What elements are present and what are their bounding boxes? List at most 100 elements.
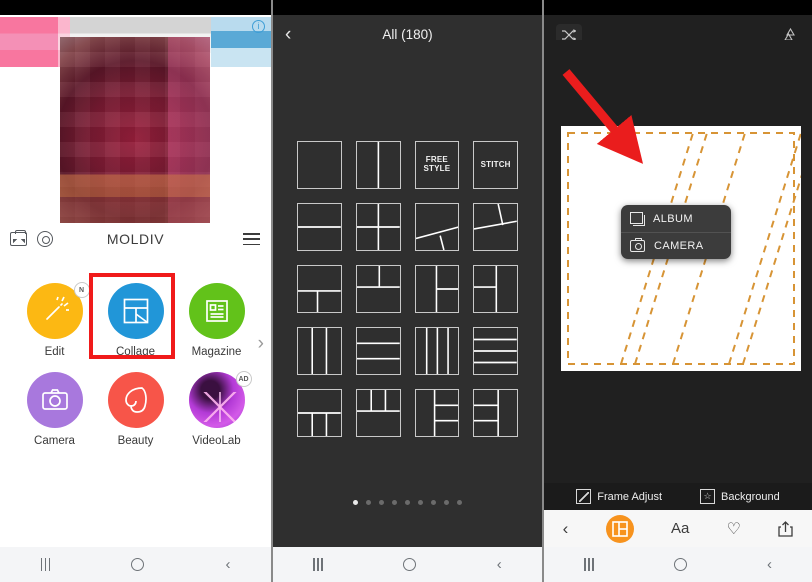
magazine-glyph	[205, 300, 228, 322]
layout-tile-leftbig-right3[interactable]	[414, 389, 460, 437]
page-dot-4[interactable]	[392, 500, 397, 505]
layout-tile-top-bottom3[interactable]	[297, 389, 342, 437]
app-row-1: N Edit Collage Magazine	[0, 273, 271, 359]
page-dot-7[interactable]	[431, 500, 436, 505]
page-indicator	[273, 500, 542, 505]
app-label-magazine: Magazine	[191, 346, 242, 358]
layout-tile-v4[interactable]	[414, 327, 460, 375]
editor-layout-button[interactable]	[605, 514, 634, 543]
share-icon	[778, 520, 793, 537]
layout-tile-left-right2[interactable]	[414, 265, 460, 313]
home-icon[interactable]	[673, 558, 687, 571]
home-icon[interactable]	[403, 558, 417, 571]
app-tile-edit[interactable]: N Edit	[19, 282, 91, 358]
back-button[interactable]: ‹	[285, 25, 291, 44]
panel-moldiv-home: i MOLDIV N Edit Collage Magazine Camera …	[0, 0, 271, 582]
editor-text-button[interactable]: Aa	[671, 520, 689, 537]
camera-glyph	[41, 389, 68, 410]
screenshot-root: i MOLDIV N Edit Collage Magazine Camera …	[0, 0, 812, 582]
layout-tile-grid4[interactable]	[355, 203, 401, 251]
tool-background[interactable]: ☆ Background	[700, 489, 780, 504]
back-icon[interactable]: ‹	[767, 557, 772, 572]
app-tile-videolab[interactable]: AD VideoLab	[181, 371, 253, 447]
layout-grid: FREE STYLE STITCH	[273, 53, 542, 437]
hero-photo-pixelated	[60, 37, 210, 223]
layout-tile-h4[interactable]	[473, 327, 518, 375]
layout-tile-top3-bottom[interactable]	[355, 389, 401, 437]
collage-icon	[107, 283, 164, 339]
layout-tile-top-bottom2[interactable]	[297, 265, 342, 313]
page-dot-5[interactable]	[405, 500, 410, 505]
source-picker-popup: ALBUM CAMERA	[621, 205, 731, 259]
page-dot-1[interactable]	[353, 500, 358, 505]
face-profile-glyph	[124, 387, 147, 413]
hamburger-icon[interactable]	[243, 233, 260, 245]
tool-frame-adjust[interactable]: Frame Adjust	[576, 489, 662, 504]
layout-tile-left3-rightbig[interactable]	[473, 389, 518, 437]
app-label-edit: Edit	[44, 346, 65, 358]
panel-collage-editor: ALBUM CAMERA Frame Adjust ☆ Background ‹	[542, 0, 812, 582]
layout-row	[297, 265, 518, 313]
popup-item-camera[interactable]: CAMERA	[621, 232, 731, 259]
tool-label: Frame Adjust	[597, 490, 663, 503]
app-tile-magazine[interactable]: Magazine	[181, 283, 253, 358]
layout-tile-label: STITCH	[480, 159, 511, 169]
app-label-videolab: VideoLab	[192, 435, 241, 447]
panel-layout-picker: ‹ All (180) FREE STYLE STITCH ‹	[271, 0, 542, 582]
info-icon[interactable]: i	[252, 20, 265, 33]
layout-tile-h3[interactable]	[355, 327, 401, 375]
home-icon[interactable]	[131, 558, 145, 571]
app-row-2: Camera Beauty AD VideoLab	[0, 371, 271, 447]
recents-icon[interactable]	[40, 558, 51, 571]
app-launcher-grid: N Edit Collage Magazine Camera Beauty AD…	[0, 255, 271, 447]
app-bar-left-icons	[10, 230, 53, 247]
frame-adjust-icon	[576, 489, 592, 504]
editor-sticker-button[interactable]: ♡	[727, 519, 741, 539]
layout-row: FREE STYLE STITCH	[297, 141, 518, 189]
editor-back-button[interactable]: ‹	[563, 519, 569, 539]
collage-glyph	[123, 298, 148, 324]
page-dot-8[interactable]	[444, 500, 449, 505]
app-tile-collage[interactable]: Collage	[88, 273, 175, 359]
recents-icon[interactable]	[313, 558, 323, 571]
layout-picker-header: ‹ All (180)	[273, 15, 542, 53]
layout-tile-diagonal-b[interactable]	[473, 203, 518, 251]
popup-item-album[interactable]: ALBUM	[621, 205, 731, 232]
face-icon	[107, 372, 164, 428]
layout-row	[297, 389, 518, 437]
editor-share-button[interactable]	[778, 520, 793, 537]
page-dot-3[interactable]	[379, 500, 384, 505]
camera-icon	[630, 237, 645, 252]
page-dot-2[interactable]	[366, 500, 371, 505]
recents-icon[interactable]	[584, 558, 594, 571]
page-dot-9[interactable]	[457, 500, 462, 505]
layout-tile-stitch[interactable]: STITCH	[473, 141, 518, 189]
app-tile-camera[interactable]: Camera	[19, 372, 91, 447]
page-dot-6[interactable]	[418, 500, 423, 505]
hero-banner[interactable]: i	[0, 15, 271, 223]
layout-grid-icon	[611, 520, 628, 537]
layout-tile-v2[interactable]	[355, 141, 401, 189]
layout-tile-left2-right[interactable]	[473, 265, 518, 313]
badge-new: N	[73, 282, 90, 298]
layout-tile-label: FREE STYLE	[423, 155, 451, 173]
layout-tile-top2-bottom[interactable]	[355, 265, 401, 313]
status-bar	[0, 0, 271, 15]
tool-label: Background	[721, 490, 780, 503]
layout-row	[297, 327, 518, 375]
background-star-icon: ☆	[700, 489, 716, 504]
disc-icon[interactable]	[37, 231, 53, 247]
app-tile-beauty[interactable]: Beauty	[100, 372, 172, 447]
back-icon[interactable]: ‹	[497, 557, 502, 572]
chevron-right-icon[interactable]: ›	[258, 333, 264, 355]
layout-tile-h2[interactable]	[297, 203, 342, 251]
layout-tile-v3[interactable]	[297, 327, 342, 375]
status-bar	[544, 0, 812, 15]
back-icon[interactable]: ‹	[225, 557, 230, 572]
layout-tile-single[interactable]	[297, 141, 342, 189]
popup-item-label: CAMERA	[654, 240, 704, 252]
ticket-icon[interactable]	[10, 230, 27, 246]
layout-tile-freestyle[interactable]: FREE STYLE	[414, 141, 460, 189]
layout-tile-diagonal-a[interactable]	[414, 203, 460, 251]
editor-tool-strip: Frame Adjust ☆ Background	[544, 483, 812, 510]
